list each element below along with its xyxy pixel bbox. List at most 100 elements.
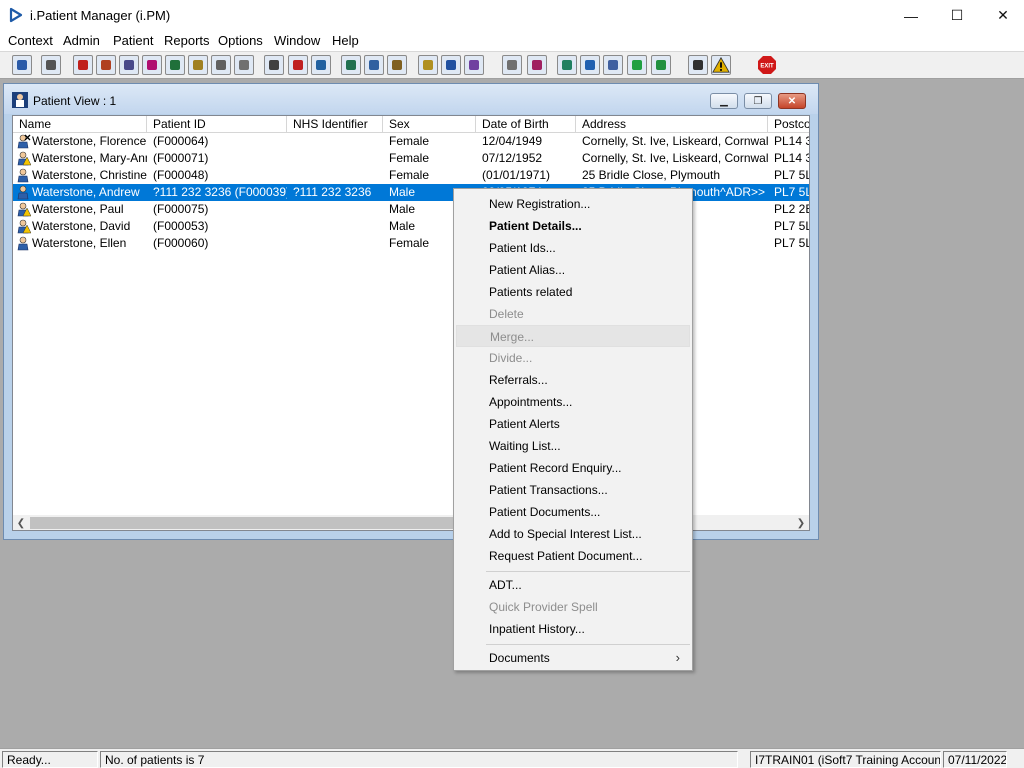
column-header-sex[interactable]: Sex bbox=[383, 116, 476, 133]
child-close-icon: ✕ bbox=[787, 95, 797, 107]
child-minimize-button[interactable]: ▁ bbox=[710, 93, 738, 109]
child-close-button[interactable]: ✕ bbox=[778, 93, 806, 109]
person-alert-toolbar-button[interactable] bbox=[464, 55, 484, 75]
column-header-name[interactable]: Name bbox=[13, 116, 147, 133]
menu-options[interactable]: Options bbox=[218, 33, 263, 48]
document-toolbar-button[interactable] bbox=[502, 55, 522, 75]
cell-patient-id: (F000048) bbox=[153, 168, 209, 182]
menu-item-appointments[interactable]: Appointments... bbox=[456, 391, 690, 413]
maximize-button[interactable]: ☐ bbox=[934, 0, 980, 31]
scan-toolbar-button[interactable] bbox=[264, 55, 284, 75]
submenu-arrow-icon: › bbox=[675, 650, 680, 665]
menu-item-referrals[interactable]: Referrals... bbox=[456, 369, 690, 391]
list-icon bbox=[423, 60, 433, 70]
menu-item-patients-related[interactable]: Patients related bbox=[456, 281, 690, 303]
printer-toolbar-button[interactable] bbox=[41, 55, 61, 75]
bed-toolbar-button[interactable] bbox=[234, 55, 254, 75]
patient-row[interactable]: Waterstone, Mary-Ann (F000071) Female 07/12… bbox=[13, 150, 809, 167]
menu-item-delete: Delete bbox=[456, 303, 690, 325]
cell-name: Waterstone, Paul bbox=[32, 202, 124, 216]
menu-item-quick-provider-spell: Quick Provider Spell bbox=[456, 596, 690, 618]
card-index-toolbar-button[interactable] bbox=[119, 55, 139, 75]
notepad-toolbar-button[interactable] bbox=[188, 55, 208, 75]
column-header-nhs-identifier[interactable]: NHS Identifier bbox=[287, 116, 383, 133]
menu-bar: Context Admin Patient Reports Options Wi… bbox=[0, 31, 1024, 51]
scroll-left-icon[interactable]: ❮ bbox=[13, 515, 29, 530]
menu-item-patient-transactions[interactable]: Patient Transactions... bbox=[456, 479, 690, 501]
letter-m-toolbar-button[interactable] bbox=[142, 55, 162, 75]
menu-reports[interactable]: Reports bbox=[164, 33, 210, 48]
column-header-address[interactable]: Address bbox=[576, 116, 768, 133]
inbox-toolbar-button[interactable] bbox=[580, 55, 600, 75]
globe-toolbar-button[interactable] bbox=[557, 55, 577, 75]
menu-item-label: Patient Alias... bbox=[489, 263, 566, 277]
menu-item-label: Appointments... bbox=[489, 395, 573, 409]
cell-nhs-identifier bbox=[293, 218, 383, 235]
menu-admin[interactable]: Admin bbox=[63, 33, 100, 48]
monitor-toolbar-button[interactable] bbox=[311, 55, 331, 75]
clock-toolbar-button[interactable] bbox=[288, 55, 308, 75]
menu-item-adt[interactable]: ADT... bbox=[456, 574, 690, 596]
minimize-button[interactable]: — bbox=[888, 0, 934, 31]
patient-person-toolbar-button[interactable] bbox=[12, 55, 32, 75]
exit-toolbar-button[interactable]: EXIT bbox=[757, 55, 777, 75]
patient-row[interactable]: Waterstone, Christine... (F000048) Female (… bbox=[13, 167, 809, 184]
menu-item-waiting-list[interactable]: Waiting List... bbox=[456, 435, 690, 457]
cell-postcode: PL7 5LF bbox=[774, 168, 809, 182]
menu-item-label: Add to Special Interest List... bbox=[489, 527, 642, 541]
column-header-date-of-birth[interactable]: Date of Birth bbox=[476, 116, 576, 133]
scrollbar-thumb[interactable] bbox=[30, 517, 470, 529]
menu-item-request-patient-document[interactable]: Request Patient Document... bbox=[456, 545, 690, 567]
app-title-bar: i.Patient Manager (i.PM) — ☐ ✕ bbox=[0, 0, 1024, 31]
bar-graph-toolbar-button[interactable] bbox=[527, 55, 547, 75]
status-patient-count: No. of patients is 7 bbox=[100, 751, 738, 768]
child-restore-button[interactable]: ❐ bbox=[744, 93, 772, 109]
menu-window[interactable]: Window bbox=[274, 33, 320, 48]
checklist-toolbar-button[interactable] bbox=[603, 55, 623, 75]
menu-help[interactable]: Help bbox=[332, 33, 359, 48]
menu-item-add-to-special-interest-list[interactable]: Add to Special Interest List... bbox=[456, 523, 690, 545]
child-restore-icon: ❐ bbox=[753, 95, 763, 107]
scroll-right-icon[interactable]: ❯ bbox=[793, 515, 809, 530]
cell-name: Waterstone, Ellen bbox=[32, 236, 127, 250]
green-check-toolbar-button[interactable] bbox=[627, 55, 647, 75]
column-header-patient-id[interactable]: Patient ID bbox=[147, 116, 287, 133]
swap-toolbar-button[interactable] bbox=[688, 55, 708, 75]
menu-item-patient-ids[interactable]: Patient Ids... bbox=[456, 237, 690, 259]
ambulance-toolbar-button[interactable] bbox=[211, 55, 231, 75]
menu-context[interactable]: Context bbox=[8, 33, 53, 48]
book-edit-toolbar-button[interactable] bbox=[96, 55, 116, 75]
cell-address: Cornelly, St. Ive, Liskeard, Cornwall bbox=[582, 134, 768, 148]
cell-date-of-birth: 07/12/1952 bbox=[482, 151, 543, 165]
notepad-icon bbox=[193, 60, 203, 70]
menu-item-documents[interactable]: Documents › bbox=[456, 647, 690, 669]
transfer-toolbar-button[interactable] bbox=[441, 55, 461, 75]
warning-toolbar-button[interactable] bbox=[711, 55, 731, 75]
doctor-toolbar-button[interactable] bbox=[165, 55, 185, 75]
menu-item-patient-alias[interactable]: Patient Alias... bbox=[456, 259, 690, 281]
refresh-toolbar-button[interactable] bbox=[651, 55, 671, 75]
form-toolbar-button[interactable] bbox=[364, 55, 384, 75]
transfer-icon bbox=[446, 60, 456, 70]
menu-patient[interactable]: Patient bbox=[113, 33, 153, 48]
menu-item-patient-documents[interactable]: Patient Documents... bbox=[456, 501, 690, 523]
column-header-postcode[interactable]: Postcod bbox=[768, 116, 809, 133]
book-red-toolbar-button[interactable] bbox=[73, 55, 93, 75]
cell-date-of-birth: (01/01/1971) bbox=[482, 168, 551, 182]
menu-item-new-registration[interactable]: New Registration... bbox=[456, 193, 690, 215]
cell-name: Waterstone, Andrew bbox=[32, 185, 140, 199]
patient-view-title-bar[interactable]: Patient View : 1 ▁ ❐ ✕ bbox=[4, 84, 818, 114]
menu-item-patient-record-enquiry[interactable]: Patient Record Enquiry... bbox=[456, 457, 690, 479]
menu-item-label: Request Patient Document... bbox=[489, 549, 643, 563]
menu-item-inpatient-history[interactable]: Inpatient History... bbox=[456, 618, 690, 640]
menu-item-label: Patients related bbox=[489, 285, 573, 299]
chart-toolbar-button[interactable] bbox=[341, 55, 361, 75]
close-button[interactable]: ✕ bbox=[980, 0, 1024, 31]
gauge-toolbar-button[interactable] bbox=[387, 55, 407, 75]
menu-item-patient-alerts[interactable]: Patient Alerts bbox=[456, 413, 690, 435]
patient-row[interactable]: Waterstone, Florence (F000064) Female 12/04… bbox=[13, 133, 809, 150]
cell-patient-id: (F000064) bbox=[153, 134, 209, 148]
menu-item-patient-details[interactable]: Patient Details... bbox=[456, 215, 690, 237]
list-toolbar-button[interactable] bbox=[418, 55, 438, 75]
patient-person-icon bbox=[17, 60, 27, 70]
